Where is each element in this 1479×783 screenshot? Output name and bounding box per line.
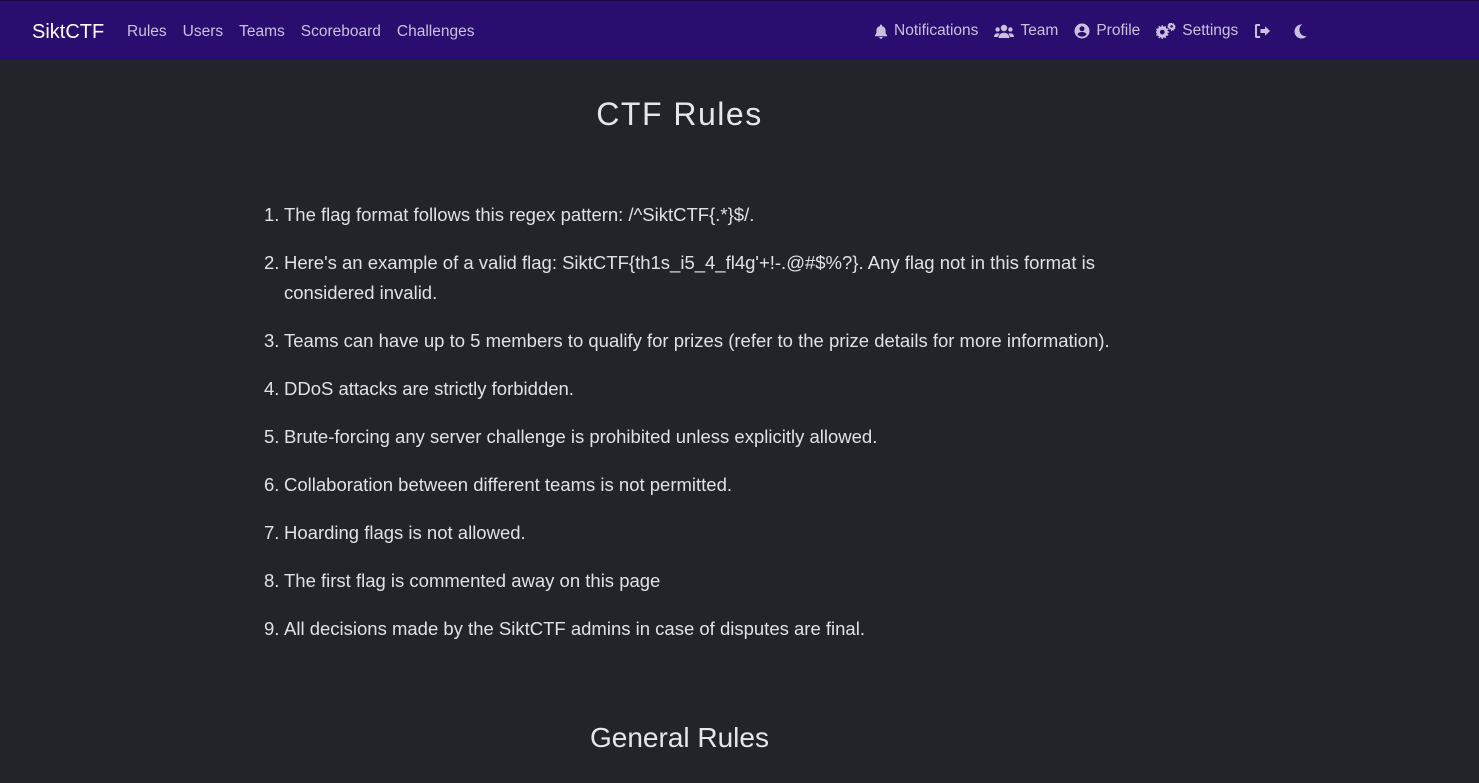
rule-item: 4. DDoS attacks are strictly forbidden. xyxy=(264,374,1114,404)
users-icon xyxy=(994,24,1015,38)
top-navbar: SiktCTF Rules Users Teams Scoreboard Cha… xyxy=(0,0,1479,60)
nav-rules[interactable]: Rules xyxy=(119,22,175,42)
bell-icon xyxy=(875,24,887,39)
rule-text: All decisions made by the SiktCTF admins… xyxy=(284,618,865,639)
general-rules-heading: General Rules xyxy=(590,722,769,753)
rule-text: Collaboration between different teams is… xyxy=(284,474,733,495)
rule-text: DDoS attacks are strictly forbidden. xyxy=(284,378,574,399)
nav-notifications[interactable]: Notifications xyxy=(866,21,986,41)
logout-icon xyxy=(1255,24,1271,38)
rule-item: 9. All decisions made by the SiktCTF adm… xyxy=(264,614,1114,644)
rule-item: 3. Teams can have up to 5 members to qua… xyxy=(264,326,1114,356)
rule-number: 6. xyxy=(264,474,280,495)
rule-text: The first flag is commented away on this… xyxy=(284,570,661,591)
nav-scoreboard[interactable]: Scoreboard xyxy=(293,22,389,42)
rule-number: 2. xyxy=(264,252,280,273)
rule-number: 7. xyxy=(264,522,280,543)
rule-number: 9. xyxy=(264,618,280,639)
theme-toggle-button[interactable] xyxy=(1280,23,1315,39)
rule-item: 1. The flag format follows this regex pa… xyxy=(264,200,1114,230)
rule-item: 8. The first flag is commented away on t… xyxy=(264,566,1114,596)
nav-settings[interactable]: Settings xyxy=(1148,21,1246,41)
rule-item: 6. Collaboration between different teams… xyxy=(264,470,1114,500)
rule-number: 8. xyxy=(264,570,280,591)
rule-item: 2. Here's an example of a valid flag: Si… xyxy=(264,248,1114,308)
nav-settings-label: Settings xyxy=(1182,22,1239,39)
rules-list: 1. The flag format follows this regex pa… xyxy=(264,200,1114,662)
nav-users[interactable]: Users xyxy=(175,22,231,42)
gears-icon xyxy=(1156,23,1176,39)
nav-profile-label: Profile xyxy=(1096,22,1141,39)
rule-text: Brute-forcing any server challenge is pr… xyxy=(284,426,878,447)
nav-teams[interactable]: Teams xyxy=(231,22,293,42)
nav-team-label: Team xyxy=(1020,22,1059,39)
rule-number: 1. xyxy=(264,204,280,225)
rule-text: The flag format follows this regex patte… xyxy=(284,204,755,225)
nav-challenges[interactable]: Challenges xyxy=(389,22,483,42)
rule-number: 3. xyxy=(264,330,280,351)
rule-text: Here's an example of a valid flag: SiktC… xyxy=(284,252,1095,303)
rule-number: 4. xyxy=(264,378,280,399)
rule-item: 5. Brute-forcing any server challenge is… xyxy=(264,422,1114,452)
brand-link[interactable]: SiktCTF xyxy=(32,20,104,44)
nav-profile[interactable]: Profile xyxy=(1066,21,1148,41)
logout-button[interactable] xyxy=(1246,23,1280,39)
moon-icon xyxy=(1294,23,1308,38)
page-title: CTF Rules xyxy=(596,96,763,132)
rule-number: 5. xyxy=(264,426,280,447)
main-content: CTF Rules 1. The flag format follows thi… xyxy=(0,60,1479,783)
main-nav: Rules Users Teams Scoreboard Challenges xyxy=(119,22,482,42)
rule-text: Hoarding flags is not allowed. xyxy=(284,522,526,543)
nav-team[interactable]: Team xyxy=(986,21,1066,41)
rule-item: 7. Hoarding flags is not allowed. xyxy=(264,518,1114,548)
user-circle-icon xyxy=(1074,23,1090,39)
nav-notifications-label: Notifications xyxy=(894,22,979,39)
user-nav: Notifications Team Profile Settings xyxy=(866,21,1315,41)
rule-text: Teams can have up to 5 members to qualif… xyxy=(284,330,1110,351)
